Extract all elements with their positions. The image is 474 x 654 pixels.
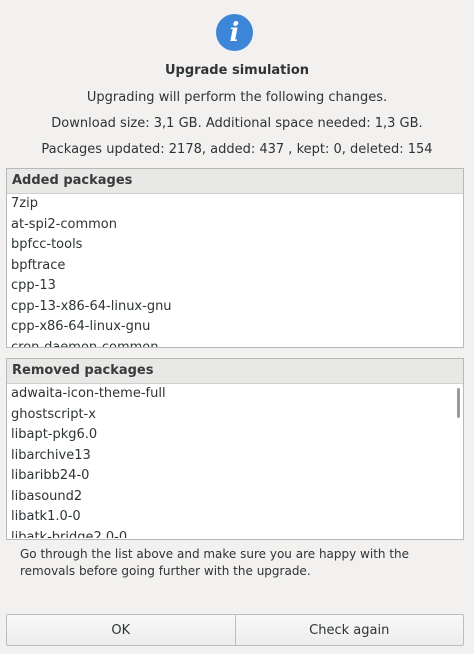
list-item[interactable]: cpp-13 [7,276,463,297]
list-item[interactable]: cpp-x86-64-linux-gnu [7,317,463,338]
list-item[interactable]: bpftrace [7,256,463,277]
summary-text: Upgrading will perform the following cha… [86,90,388,105]
removed-list-scrollbar[interactable] [457,388,460,418]
list-item[interactable]: cpp-13-x86-64-linux-gnu [7,297,463,318]
list-item[interactable]: at-spi2-common [7,215,463,236]
list-item[interactable]: bpfcc-tools [7,235,463,256]
list-item[interactable]: libarchive13 [7,446,463,467]
list-item[interactable]: adwaita-icon-theme-full [7,384,463,405]
removal-warning-note: Go through the list above and make sure … [20,547,410,578]
ok-button[interactable]: OK [7,615,235,645]
list-item[interactable]: cron-daemon-common [7,338,463,348]
dialog-title: Upgrade simulation [164,63,310,78]
info-icon: i [216,14,253,51]
list-item[interactable]: 7zip [7,194,463,215]
package-stats-text: Packages updated: 2178, added: 437 , kep… [41,142,433,157]
added-packages-list[interactable]: 7zip at-spi2-common bpfcc-tools bpftrace… [7,194,463,348]
list-item[interactable]: ghostscript-x [7,405,463,426]
removed-packages-header: Removed packages [7,359,463,384]
upgrade-dialog: i Upgrade simulation Upgrading will perf… [0,0,474,654]
check-again-button[interactable]: Check again [234,615,463,645]
download-size-text: Download size: 3,1 GB. Additional space … [51,116,423,131]
list-item[interactable]: libaribb24-0 [7,466,463,487]
list-item[interactable]: libatk1.0-0 [7,507,463,528]
list-item[interactable]: libatk-bridge2.0-0 [7,528,463,539]
added-packages-panel: Added packages 7zip at-spi2-common bpfcc… [6,168,464,348]
list-item[interactable]: libapt-pkg6.0 [7,425,463,446]
removed-packages-panel: Removed packages adwaita-icon-theme-full… [6,358,464,540]
added-packages-header: Added packages [7,169,463,194]
removed-packages-list[interactable]: adwaita-icon-theme-full ghostscript-x li… [7,384,463,538]
button-bar: OK Check again [6,614,464,646]
list-item[interactable]: libasound2 [7,487,463,508]
